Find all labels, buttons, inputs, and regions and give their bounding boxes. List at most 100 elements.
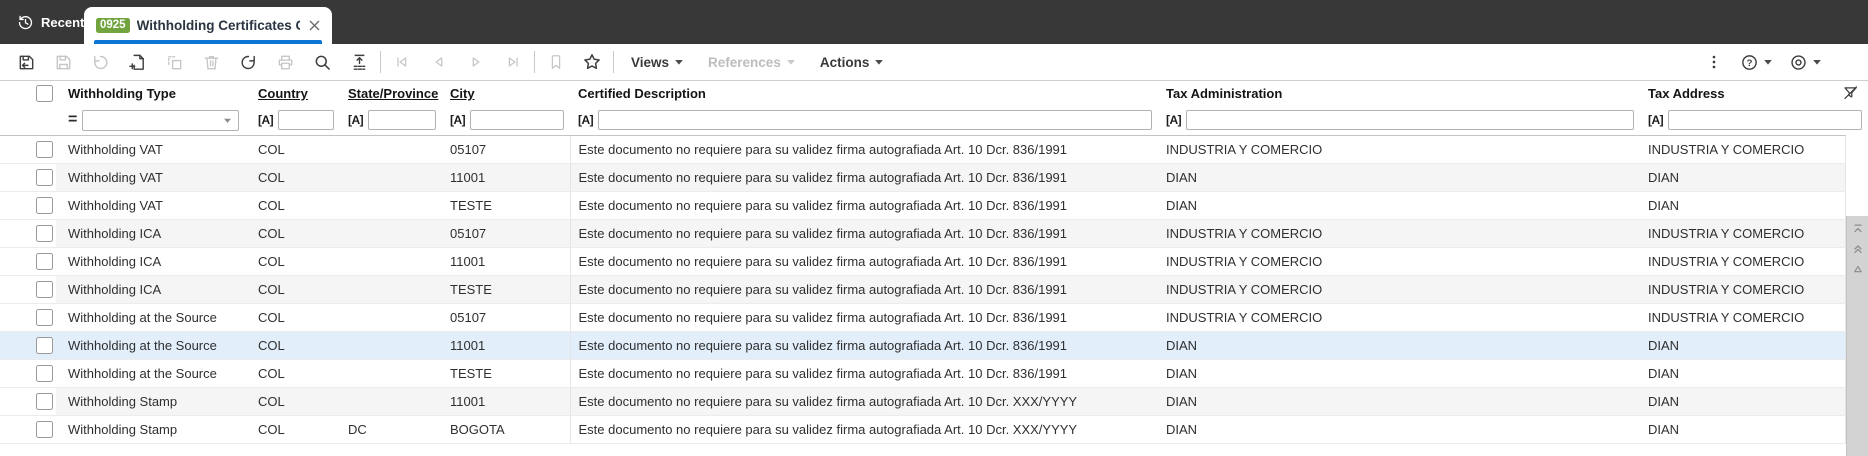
table-row[interactable]: Withholding at the Source COL 05107 Este… <box>0 303 1846 332</box>
row-checkbox[interactable] <box>36 252 53 270</box>
column-header-tax-address: Tax Address <box>1648 86 1725 101</box>
cell-tax-administration: INDUSTRIA Y COMERCIO <box>1158 219 1640 248</box>
cell-tax-address: DIAN <box>1640 359 1846 388</box>
page-up-icon[interactable] <box>1851 242 1865 256</box>
grid-body: Withholding VAT COL 05107 Este documento… <box>0 135 1846 444</box>
table-row[interactable]: Withholding at the Source COL TESTE Este… <box>0 359 1846 388</box>
table-row[interactable]: Withholding VAT COL 11001 Este documento… <box>0 163 1846 192</box>
cell-certified-description: Este documento no requiere para su valid… <box>569 387 1158 416</box>
table-row[interactable]: Withholding VAT COL 05107 Este documento… <box>0 135 1846 164</box>
recent-button[interactable]: Recent <box>17 0 84 44</box>
cell-withholding-type: Withholding ICA <box>56 275 250 304</box>
table-row[interactable]: Withholding ICA COL 05107 Este documento… <box>0 219 1846 248</box>
country-filter-match-button[interactable]: [A] <box>258 113 274 127</box>
row-checkbox[interactable] <box>36 392 53 410</box>
state-province-filter-match-button[interactable]: [A] <box>348 113 364 127</box>
chevron-down-icon <box>875 60 884 65</box>
cell-tax-administration: DIAN <box>1158 415 1640 444</box>
city-filter-input[interactable] <box>470 110 564 131</box>
cell-certified-description: Este documento no requiere para su valid… <box>569 415 1158 444</box>
views-menu[interactable]: Views <box>631 55 684 70</box>
withholding-type-filter-select[interactable] <box>82 109 240 131</box>
cell-state-province <box>340 163 442 192</box>
cell-country: COL <box>250 275 340 304</box>
certified-description-filter-match-button[interactable]: [A] <box>578 113 594 127</box>
copy-icon <box>164 52 184 72</box>
country-filter-input[interactable] <box>278 110 334 131</box>
cell-tax-address: INDUSTRIA Y COMERCIO <box>1640 219 1846 248</box>
bookmark-icon <box>546 52 566 72</box>
add-record-icon[interactable] <box>127 52 147 72</box>
row-checkbox[interactable] <box>36 364 53 382</box>
settings-menu[interactable] <box>1789 53 1822 72</box>
cell-tax-address: DIAN <box>1640 163 1846 192</box>
cell-city: 11001 <box>442 247 570 276</box>
filter-operator-equals[interactable]: = <box>68 112 77 128</box>
favorite-star-icon[interactable] <box>582 52 602 72</box>
tab-withholding-certificates[interactable]: 0925 Withholding Certificates Con... <box>84 7 332 44</box>
cell-certified-description: Este documento no requiere para su valid… <box>569 191 1158 220</box>
row-checkbox[interactable] <box>36 196 53 214</box>
cell-country: COL <box>250 247 340 276</box>
cell-withholding-type: Withholding at the Source <box>56 359 250 388</box>
cell-certified-description: Este documento no requiere para su valid… <box>569 303 1158 332</box>
row-checkbox[interactable] <box>36 420 53 438</box>
filter-dismiss-icon[interactable] <box>1841 84 1859 102</box>
row-checkbox[interactable] <box>36 308 53 326</box>
chevron-down-icon <box>1764 60 1772 65</box>
column-header-country[interactable]: Country <box>258 86 308 101</box>
tax-address-filter-input[interactable] <box>1668 110 1863 131</box>
refresh-icon[interactable] <box>238 52 258 72</box>
scroll-to-top-icon[interactable] <box>1851 222 1865 236</box>
nav-previous-icon <box>429 52 449 72</box>
row-checkbox[interactable] <box>36 140 53 158</box>
kebab-menu-icon[interactable] <box>1704 52 1724 72</box>
actions-menu[interactable]: Actions <box>820 55 885 70</box>
column-header-state-province[interactable]: State/Province <box>348 86 438 101</box>
tax-address-filter-match-button[interactable]: [A] <box>1648 113 1664 127</box>
table-row[interactable]: Withholding Stamp COL DC BOGOTA Este doc… <box>0 415 1846 444</box>
row-checkbox[interactable] <box>36 168 53 186</box>
cell-city: TESTE <box>442 275 570 304</box>
tax-administration-filter-input[interactable] <box>1186 110 1634 131</box>
city-filter-match-button[interactable]: [A] <box>450 113 466 127</box>
cell-state-province: DC <box>340 415 442 444</box>
help-menu[interactable]: ? <box>1740 53 1773 72</box>
tab-close-icon[interactable] <box>307 17 322 35</box>
cell-tax-administration: DIAN <box>1158 163 1640 192</box>
chevron-down-icon <box>787 60 795 65</box>
save-alt-icon[interactable] <box>16 52 36 72</box>
column-header-city[interactable]: City <box>450 86 475 101</box>
cell-tax-address: INDUSTRIA Y COMERCIO <box>1640 303 1846 332</box>
table-row[interactable]: Withholding at the Source COL 11001 Este… <box>0 331 1846 360</box>
row-up-icon[interactable] <box>1851 262 1865 276</box>
search-icon[interactable] <box>312 52 332 72</box>
grid-scrollbar[interactable] <box>1846 216 1868 456</box>
cell-country: COL <box>250 303 340 332</box>
grid-filter-row: = [A] [A] [A] [A] [A] [A] <box>0 106 1863 136</box>
tab-program-badge: 0925 <box>96 17 130 34</box>
cell-city: 11001 <box>442 331 570 360</box>
table-row[interactable]: Withholding ICA COL 11001 Este documento… <box>0 247 1846 276</box>
cell-city: TESTE <box>442 191 570 220</box>
select-all-checkbox[interactable] <box>36 85 53 102</box>
state-province-filter-input[interactable] <box>368 110 436 131</box>
table-row[interactable]: Withholding ICA COL TESTE Este documento… <box>0 275 1846 304</box>
views-menu-label: Views <box>631 54 670 70</box>
cell-country: COL <box>250 359 340 388</box>
cell-city: 05107 <box>442 303 570 332</box>
svg-text:?: ? <box>1747 57 1753 68</box>
nav-last-icon <box>503 52 523 72</box>
row-checkbox[interactable] <box>36 280 53 298</box>
export-grid-icon[interactable] <box>349 52 369 72</box>
cell-withholding-type: Withholding Stamp <box>56 387 250 416</box>
table-row[interactable]: Withholding VAT COL TESTE Este documento… <box>0 191 1846 220</box>
row-checkbox[interactable] <box>36 336 53 354</box>
cell-certified-description: Este documento no requiere para su valid… <box>569 359 1158 388</box>
undo-icon <box>90 52 110 72</box>
certified-description-filter-input[interactable] <box>598 110 1152 131</box>
table-row[interactable]: Withholding Stamp COL 11001 Este documen… <box>0 387 1846 416</box>
cell-tax-administration: DIAN <box>1158 331 1640 360</box>
tax-administration-filter-match-button[interactable]: [A] <box>1166 113 1182 127</box>
row-checkbox[interactable] <box>36 224 53 242</box>
